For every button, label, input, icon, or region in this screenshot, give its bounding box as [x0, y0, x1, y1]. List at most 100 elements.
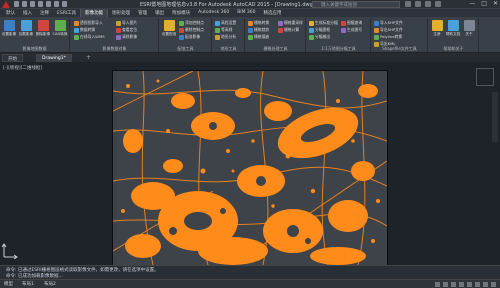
user-icon[interactable]: [415, 1, 421, 7]
sheet-query-button[interactable]: 图幅查询: [341, 20, 362, 26]
search-box[interactable]: 键入关键字或短语: [312, 1, 400, 8]
load-image-button[interactable]: 加载影像: [18, 20, 34, 37]
contour-button[interactable]: 等高线: [215, 27, 232, 33]
cad-convert-button[interactable]: CAD转换: [52, 20, 68, 37]
tab-bim-360[interactable]: BIM 360: [233, 9, 259, 17]
ribbon-group-help: 注册 帮助文档 关于 帮助和关于: [429, 18, 479, 52]
help-doc-button[interactable]: 帮助文档: [445, 20, 461, 37]
grid-toggle-icon[interactable]: [435, 282, 440, 287]
ribbon-tab-bar: 默认 插入 注释 ESRI工具 影像功能 图形处理 管理 输出 附加模块 Aut…: [0, 9, 500, 17]
terrain-analysis-button[interactable]: 地形分析: [215, 34, 236, 40]
set-registration-button[interactable]: 设置配准: [161, 20, 177, 37]
grid-icon: [309, 20, 314, 26]
drawing-canvas[interactable]: [-][俯视][二维线框]: [0, 62, 500, 265]
load-icon: [20, 20, 32, 31]
tab-layout1[interactable]: 布局1: [22, 281, 34, 287]
locate-button[interactable]: 查看定位: [116, 27, 137, 33]
tab-esri-tools[interactable]: ESRI工具: [53, 9, 80, 17]
sheet-output-button[interactable]: 分幅输出: [309, 34, 330, 40]
polyline-convert-button[interactable]: Polyline转换: [374, 34, 402, 40]
tab-autodesk-360[interactable]: Autodesk 360: [194, 9, 233, 17]
orange-map-image: [113, 71, 387, 265]
navigation-bar[interactable]: [492, 92, 498, 142]
undo-icon[interactable]: [54, 1, 59, 7]
perspective-import-button[interactable]: 透视投影导入: [74, 20, 103, 26]
group-label: 影像地图数据: [22, 46, 47, 51]
import-shp-button[interactable]: 导入SHP文件: [374, 20, 403, 26]
sheet-number-button[interactable]: 生成图号: [341, 27, 362, 33]
viewcube-icon[interactable]: [476, 68, 494, 86]
raster-calc-button[interactable]: 栅格计算: [278, 27, 299, 33]
wms-import-button[interactable]: 在线导入WMS: [74, 34, 105, 40]
viewport-controls[interactable]: [-][俯视][二维线框]: [3, 65, 42, 71]
raster-resample-button[interactable]: 栅格重采样: [278, 20, 303, 26]
tab-annotate[interactable]: 注释: [36, 9, 53, 17]
help-icon: [447, 20, 459, 31]
tab-graphics[interactable]: 图形处理: [108, 9, 134, 17]
snap-toggle-icon[interactable]: [443, 282, 448, 287]
tab-drawing1[interactable]: Drawing1*: [36, 54, 72, 62]
raster-clip-button[interactable]: 栅格裁剪: [248, 27, 269, 33]
print-icon[interactable]: [46, 1, 51, 7]
tab-output[interactable]: 输出: [151, 9, 168, 17]
autocad-logo-icon[interactable]: [2, 1, 10, 8]
annotation-scale-icon[interactable]: [475, 282, 480, 287]
tab-featured-apps[interactable]: 精选应用: [260, 9, 286, 17]
ribbon-group-raster: 栅格转换 栅格裁剪 栅格镶嵌 栅格重采样 栅格计算 栅格处理工具: [246, 18, 306, 52]
tab-default[interactable]: 默认: [2, 9, 19, 17]
raster-image[interactable]: [112, 70, 388, 265]
tab-layout2[interactable]: 布局2: [44, 281, 56, 287]
ribbon-group-sheet-division: 生成标准分幅 分幅图框 分幅输出 图幅查询 生成图号 1:1万地图分幅工具: [307, 18, 371, 52]
elevation-setting-button[interactable]: 高程设置: [215, 20, 236, 26]
redo-icon[interactable]: [62, 1, 67, 7]
maximize-button[interactable]: □: [481, 0, 487, 7]
ribbon-group-image-objects: 透视投影导入 数据转换 在线导入WMS 导入图片 查看定位 清除影像 影像数据对…: [71, 18, 159, 52]
open-file-icon[interactable]: [22, 1, 27, 7]
register-button[interactable]: 注册: [429, 20, 445, 37]
import-icon: [374, 20, 379, 26]
tab-addins[interactable]: 附加模块: [168, 9, 194, 17]
tab-insert[interactable]: 插入: [19, 9, 36, 17]
osnap-toggle-icon[interactable]: [467, 282, 472, 287]
polyline-icon: [374, 34, 379, 40]
raster-convert-button[interactable]: 栅格转换: [248, 20, 269, 26]
exchange-icon[interactable]: [425, 1, 431, 7]
help-icon[interactable]: [435, 1, 441, 7]
group-label: 帮助和关于: [443, 46, 464, 51]
tab-start[interactable]: 开始: [2, 54, 23, 62]
ribbon-group-image-data: 设置影像 加载影像 删除影像 CAD转换 影像地图数据: [0, 18, 70, 52]
delete-image-button[interactable]: 删除影像: [35, 20, 51, 37]
save-icon[interactable]: [30, 1, 35, 7]
data-convert-button[interactable]: 数据转换: [74, 27, 95, 33]
save-as-icon[interactable]: [38, 1, 43, 7]
generate-sheets-button[interactable]: 生成标准分幅: [309, 20, 338, 26]
query-icon: [341, 20, 346, 26]
import-picture-button[interactable]: 导入图片: [116, 20, 137, 26]
tab-manage[interactable]: 管理: [134, 9, 151, 17]
group-label: 影像数据对象: [102, 46, 127, 51]
export-shp-button[interactable]: 导出SHP文件: [374, 27, 403, 33]
register-image-button[interactable]: 配准影像: [179, 34, 200, 40]
ribbon-group-terrain: 高程设置 等高线 地形分析 地形工具: [213, 18, 245, 52]
add-control-point-button[interactable]: 添加控制点: [179, 20, 204, 26]
clear-image-button[interactable]: 清除影像: [116, 34, 137, 40]
ortho-toggle-icon[interactable]: [451, 282, 456, 287]
polar-toggle-icon[interactable]: [459, 282, 464, 287]
new-tab-button[interactable]: +: [86, 54, 91, 61]
group-label: 栅格处理工具: [263, 46, 288, 51]
set-image-button[interactable]: 设置影像: [1, 20, 17, 37]
search-icon[interactable]: [405, 1, 411, 7]
about-button[interactable]: 关于: [461, 20, 477, 37]
workspace-icon[interactable]: [483, 282, 488, 287]
raster-mosaic-button[interactable]: 栅格镶嵌: [248, 34, 269, 40]
tab-model[interactable]: 模型: [4, 281, 13, 287]
delete-control-point-button[interactable]: 删除控制点: [179, 27, 204, 33]
sheet-frame-button[interactable]: 分幅图框: [309, 27, 330, 33]
customize-icon[interactable]: [491, 282, 496, 287]
minimize-button[interactable]: —: [469, 0, 475, 7]
new-file-icon[interactable]: [14, 1, 19, 7]
close-button[interactable]: ✕: [493, 0, 498, 7]
export-icon: [374, 27, 379, 33]
terrain-icon: [215, 34, 220, 40]
tab-imagery[interactable]: 影像功能: [80, 9, 109, 17]
